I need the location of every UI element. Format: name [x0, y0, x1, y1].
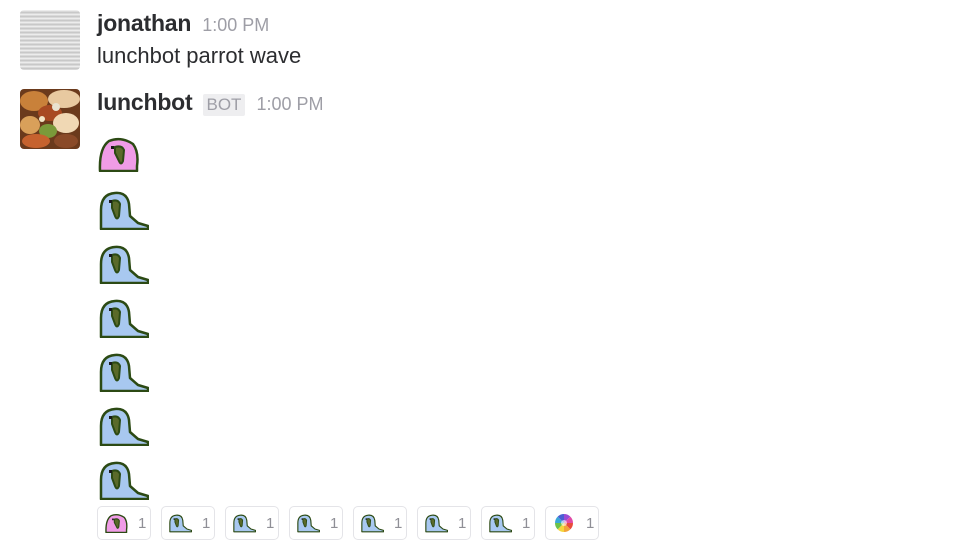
parrot-blue-icon	[488, 513, 513, 533]
reaction-parrot-blue[interactable]: 1	[225, 506, 279, 540]
parrot-blue-icon	[97, 298, 150, 343]
avatar-lunchbot[interactable]	[20, 89, 80, 149]
reaction-parrot-blue[interactable]: 1	[353, 506, 407, 540]
sender-name[interactable]: lunchbot	[97, 89, 193, 116]
message-body: lunchbot BOT 1:00 PM	[97, 89, 324, 119]
parrot-pink-icon	[104, 513, 128, 534]
reaction-count: 1	[522, 514, 531, 532]
reaction-parrot-blue[interactable]: 1	[289, 506, 343, 540]
reaction-count: 1	[202, 514, 211, 532]
sender-name[interactable]: jonathan	[97, 10, 191, 37]
reaction-color-wheel[interactable]: 1	[545, 506, 599, 540]
reaction-parrot-blue[interactable]: 1	[161, 506, 215, 540]
food-photo-avatar-icon	[20, 89, 80, 149]
parrot-blue-icon	[424, 513, 449, 533]
reaction-parrot-blue[interactable]: 1	[481, 506, 535, 540]
timestamp[interactable]: 1:00 PM	[202, 15, 269, 36]
reaction-count: 1	[458, 514, 467, 532]
reaction-count: 1	[586, 514, 595, 532]
parrot-blue-icon	[97, 352, 150, 397]
reaction-count: 1	[330, 514, 339, 532]
reaction-count: 1	[394, 514, 403, 532]
parrot-blue-icon	[360, 513, 385, 533]
avatar-jonathan[interactable]	[20, 10, 80, 70]
reaction-parrot-pink[interactable]: 1	[97, 506, 151, 540]
reaction-parrot-blue[interactable]: 1	[417, 506, 471, 540]
parrot-blue-icon	[232, 513, 257, 533]
reaction-count: 1	[138, 514, 147, 532]
message-header: jonathan 1:00 PM	[97, 10, 301, 40]
message-text: lunchbot parrot wave	[97, 43, 302, 68]
reactions-bar: 1 1 1 1 1 1 1 1	[97, 506, 609, 540]
parrot-blue-icon	[296, 513, 321, 533]
timestamp[interactable]: 1:00 PM	[256, 94, 323, 115]
reaction-count: 1	[266, 514, 275, 532]
parrot-blue-icon	[168, 513, 193, 533]
parrot-blue-icon	[97, 460, 150, 505]
bot-badge: BOT	[202, 94, 246, 116]
striped-gray-avatar-icon	[20, 10, 80, 70]
parrot-blue-icon	[97, 244, 150, 289]
parrot-pink-icon	[97, 136, 139, 177]
parrot-blue-icon	[97, 190, 150, 235]
message-body: jonathan 1:00 PM lunchbot parrot wave	[97, 10, 301, 69]
parrot-blue-icon	[97, 406, 150, 451]
message-header: lunchbot BOT 1:00 PM	[97, 89, 324, 119]
color-wheel-icon	[552, 513, 576, 533]
